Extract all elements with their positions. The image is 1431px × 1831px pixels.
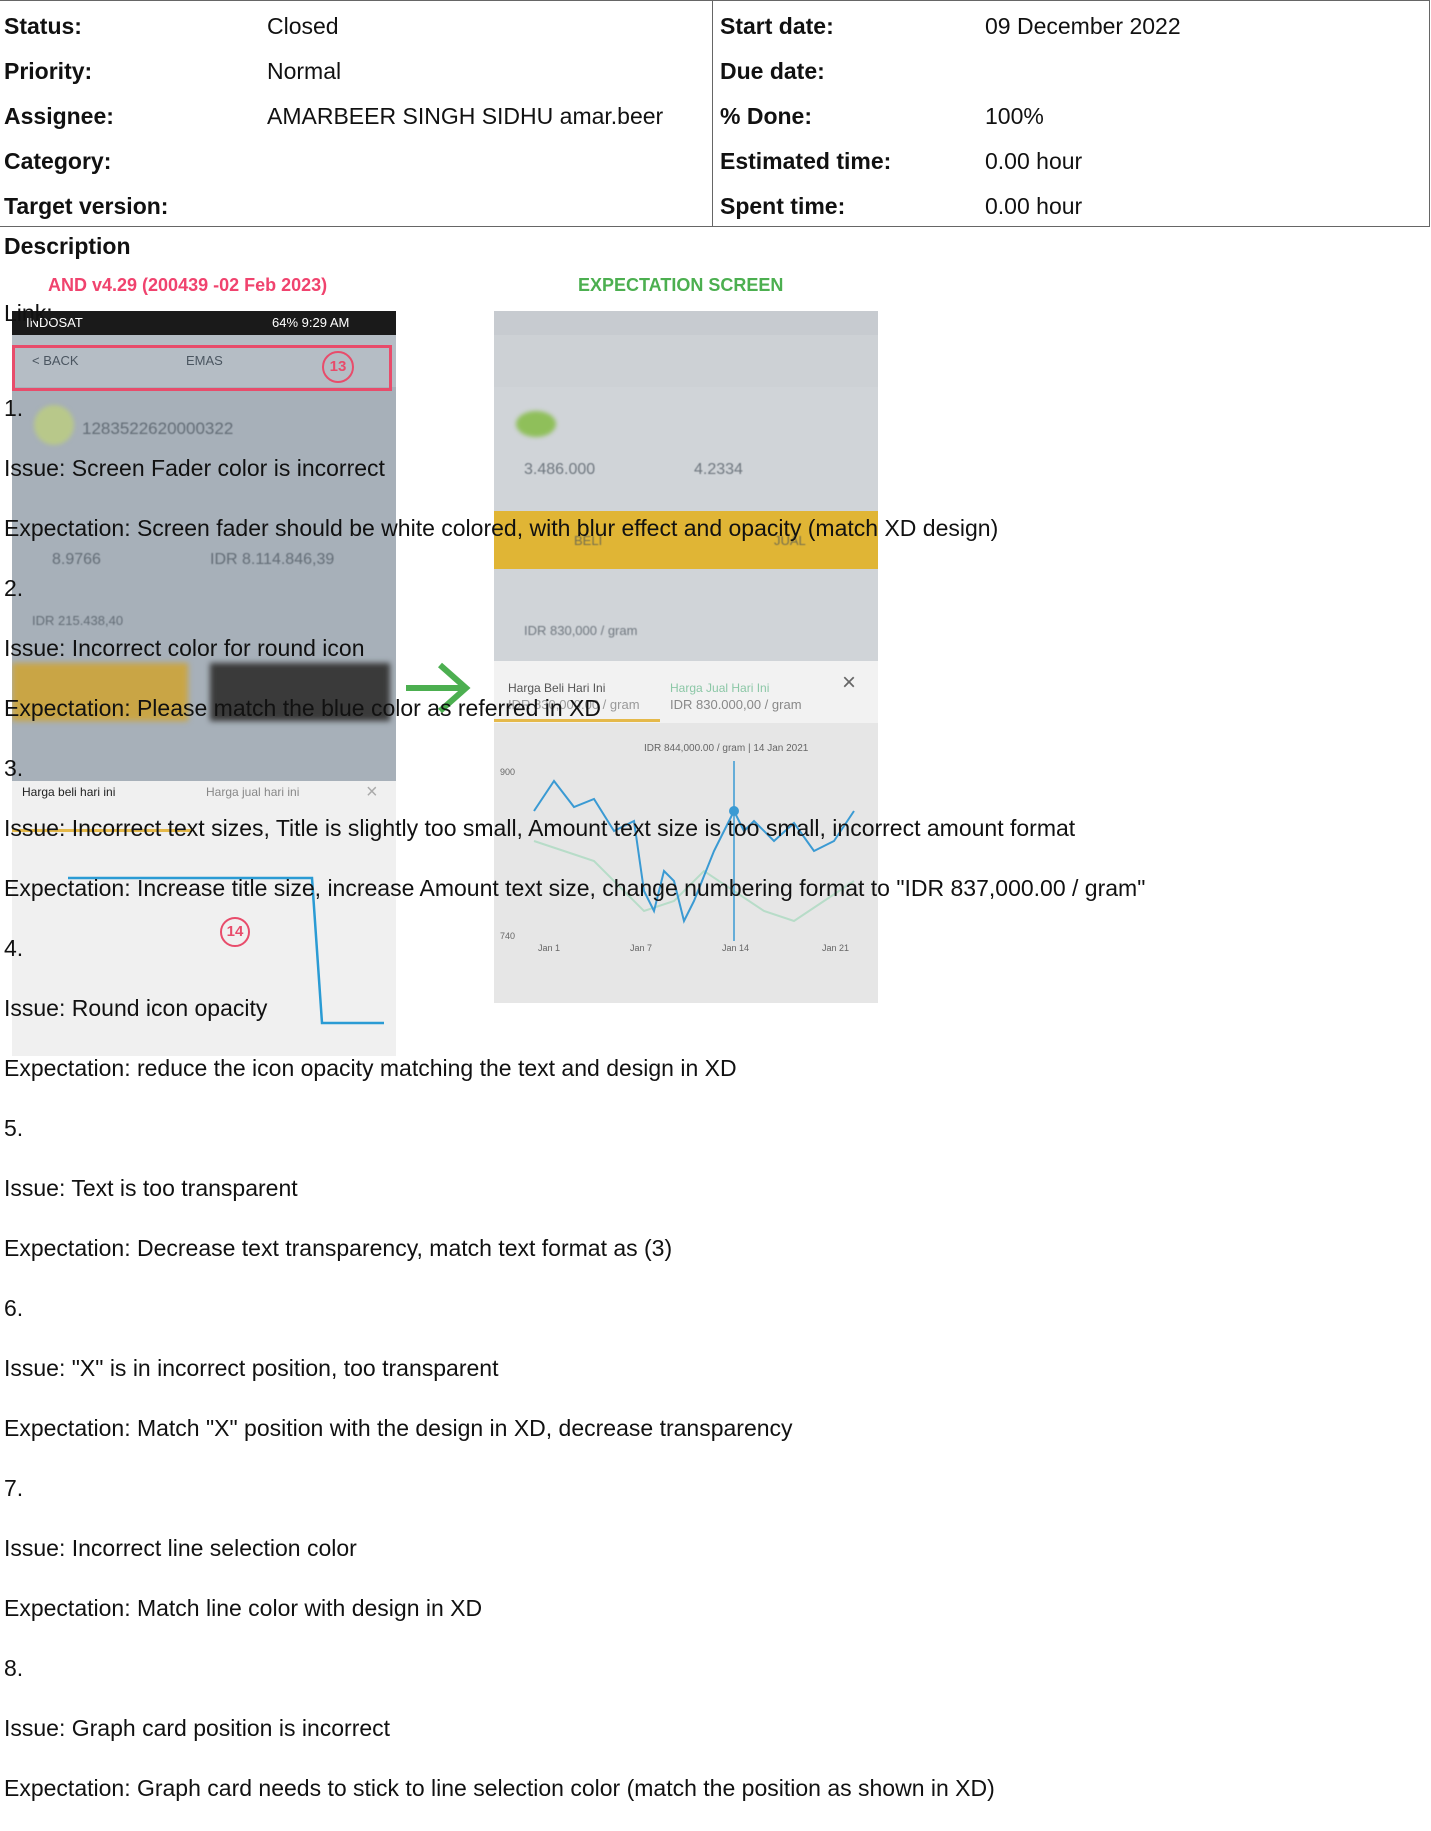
- item-5-number: 5.: [4, 1115, 24, 1141]
- item-8-number: 8.: [4, 1655, 24, 1681]
- current-build-title: AND v4.29 (200439 -02 Feb 2023): [48, 275, 328, 295]
- category-label: Category:: [4, 148, 112, 174]
- item-3-expectation: Expectation: Increase title size, increa…: [4, 875, 1146, 901]
- item-4-expectation: Expectation: reduce the icon opacity mat…: [4, 1055, 737, 1081]
- item-4-number: 4.: [4, 935, 24, 961]
- item-3-number: 3.: [4, 755, 24, 781]
- potential-value: IDR 215.438,40: [32, 613, 124, 628]
- expectation-gold-balance: 3.486.000: [524, 461, 596, 478]
- spent-time-value: 0.00 hour: [985, 193, 1083, 219]
- item-2-issue: Issue: Incorrect color for round icon: [4, 635, 365, 661]
- priority-label: Priority:: [4, 58, 93, 84]
- money-balance: IDR 8.114.846,39: [210, 551, 335, 568]
- item-7-number: 7.: [4, 1475, 24, 1501]
- expectation-graph: [533, 761, 855, 941]
- priority-value: Normal: [267, 58, 342, 84]
- assignee-value[interactable]: AMARBEER SINGH SIDHU amar.beer: [267, 103, 663, 130]
- issue-attributes-table: Status: Closed Priority: Normal Assignee…: [0, 0, 1430, 227]
- current-build-phone: INDOSAT 64% 9:29 AM < BACK EMAS 12835226…: [12, 311, 396, 1056]
- item-7-issue: Issue: Incorrect line selection color: [4, 1535, 357, 1561]
- target-version-label: Target version:: [4, 193, 169, 219]
- account-number: 1283522620000322: [82, 419, 234, 438]
- start-date-value: 09 December 2022: [985, 13, 1181, 39]
- estimated-time-value: 0.00 hour: [985, 148, 1083, 174]
- spent-time-label: Spent time:: [720, 193, 846, 219]
- expectation-title: EXPECTATION SCREEN: [578, 275, 784, 295]
- done-ratio-label: % Done:: [720, 103, 812, 129]
- item-5-issue: Issue: Text is too transparent: [4, 1175, 298, 1201]
- due-date-label: Due date:: [720, 58, 825, 84]
- link-label: Link:: [4, 300, 53, 326]
- item-6-expectation: Expectation: Match "X" position with the…: [4, 1415, 793, 1441]
- expectation-close-icon: ×: [842, 669, 857, 696]
- annotation-marker-14: 14: [220, 917, 250, 947]
- gold-icon: [34, 405, 74, 445]
- item-4-issue: Issue: Round icon opacity: [4, 995, 268, 1021]
- expectation-price-hint: IDR 830,000 / gram: [524, 623, 638, 638]
- close-icon: ×: [366, 781, 378, 803]
- item-6-number: 6.: [4, 1295, 24, 1321]
- expectation-buy-legend: Harga Beli Hari Ini: [508, 681, 606, 695]
- item-5-expectation: Expectation: Decrease text transparency,…: [4, 1235, 673, 1261]
- marker-13-label: 13: [329, 358, 347, 375]
- buy-legend: Harga beli hari ini: [22, 785, 116, 799]
- done-ratio-value: 100%: [985, 103, 1044, 129]
- start-date-label: Start date:: [720, 13, 834, 39]
- estimated-time-label: Estimated time:: [720, 148, 892, 174]
- item-1-issue: Issue: Screen Fader color is incorrect: [4, 455, 385, 481]
- expectation-money-balance: 4.2334: [694, 461, 743, 478]
- expectation-status-bar: [494, 311, 878, 335]
- expectation-sell-amount: IDR 830.000,00 / gram: [670, 697, 802, 712]
- expectation-gold-icon: [516, 411, 556, 437]
- sell-legend: Harga jual hari ini: [206, 785, 300, 799]
- item-3-issue: Issue: Incorrect text sizes, Title is sl…: [4, 815, 1076, 841]
- status-label: Status:: [4, 13, 82, 39]
- item-6-issue: Issue: "X" is in incorrect position, too…: [4, 1355, 499, 1381]
- item-2-expectation: Expectation: Please match the blue color…: [4, 695, 602, 721]
- status-right-text: 64% 9:29 AM: [272, 315, 350, 330]
- expectation-header: [494, 335, 878, 387]
- annotation-marker-13: 13: [322, 351, 354, 383]
- marker-14-label: 14: [226, 923, 244, 940]
- item-2-number: 2.: [4, 575, 24, 601]
- item-8-issue: Issue: Graph card position is incorrect: [4, 1715, 391, 1741]
- item-7-expectation: Expectation: Match line color with desig…: [4, 1595, 483, 1621]
- item-1-number: 1.: [4, 395, 24, 421]
- gold-balance: 8.9766: [52, 551, 101, 568]
- status-value: Closed: [267, 13, 339, 39]
- item-1-expectation: Expectation: Screen fader should be whit…: [4, 515, 999, 541]
- item-8-expectation: Expectation: Graph card needs to stick t…: [4, 1775, 995, 1801]
- assignee-label: Assignee:: [4, 103, 114, 129]
- column-divider: [712, 1, 713, 227]
- expectation-sell-legend: Harga Jual Hari Ini: [670, 681, 770, 695]
